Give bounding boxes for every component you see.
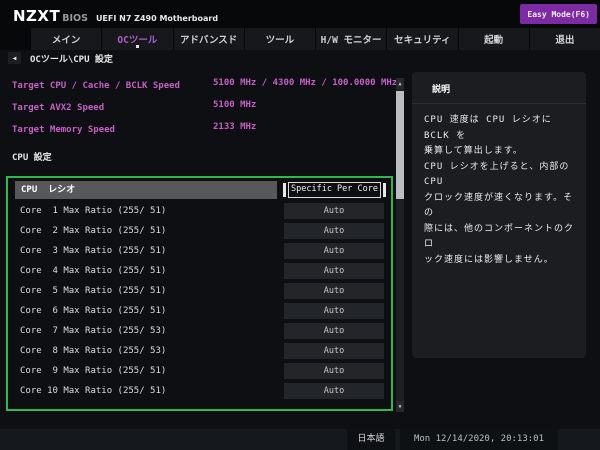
target-value: 5100 MHz / 4300 MHz / 100.0000 MHz [213, 78, 398, 88]
target-label: Target AVX2 Speed [12, 103, 105, 113]
core-value-select[interactable]: Auto [284, 343, 384, 359]
breadcrumb: ◀ OCツール\CPU 設定 [8, 51, 113, 65]
table-row-core-2: Core 2 Max Ratio (255/ 51) Auto [8, 221, 391, 241]
tab-main[interactable]: メイン [30, 28, 102, 50]
table-row-core-8: Core 8 Max Ratio (255/ 53) Auto [8, 341, 391, 361]
table-row-core-5: Core 5 Max Ratio (255/ 51) Auto [8, 281, 391, 301]
core-label: Core 7 Max Ratio (255/ 53) [20, 326, 167, 336]
table-row-core-10: Core 10 Max Ratio (255/ 51) Auto [8, 381, 391, 401]
scrollbar-thumb[interactable] [396, 91, 404, 199]
breadcrumb-path: OCツール\CPU 設定 [30, 54, 113, 65]
table-row-core-9: Core 9 Max Ratio (255/ 51) Auto [8, 361, 391, 381]
core-value-select[interactable]: Auto [284, 363, 384, 379]
table-row-core-3: Core 3 Max Ratio (255/ 51) Auto [8, 241, 391, 261]
tab-tools[interactable]: ツール [243, 28, 315, 50]
cpu-ratio-mode-value[interactable]: Specific Per Core [288, 182, 381, 198]
core-value-select[interactable]: Auto [284, 283, 384, 299]
motherboard-name: UEFI N7 Z490 Motherboard [95, 14, 219, 23]
target-row-cpu-cache-bclk: Target CPU / Cache / BCLK Speed 5100 MHz… [12, 72, 398, 94]
tab-exit[interactable]: 退出 [528, 28, 600, 50]
scroll-up-icon: ▲ [398, 80, 402, 87]
datetime-display: Mon 12/14/2020, 20:13:01 [400, 429, 558, 450]
description-panel-title: 説明 [412, 72, 586, 104]
cpu-ratio-header-row: CPU レシオ Specific Per Core [15, 181, 386, 199]
table-row-core-6: Core 6 Max Ratio (255/ 51) Auto [8, 301, 391, 321]
tab-advanced[interactable]: アドバンスド [172, 28, 244, 50]
vertical-scrollbar[interactable]: ▲ ▼ [396, 78, 404, 412]
brand-name: NZXT [13, 7, 61, 25]
core-label: Core 2 Max Ratio (255/ 51) [20, 226, 167, 236]
target-label: Target Memory Speed [12, 125, 115, 135]
back-icon: ◀ [12, 54, 17, 62]
core-label: Core 6 Max Ratio (255/ 51) [20, 306, 167, 316]
core-value-select[interactable]: Auto [284, 203, 384, 219]
core-value-select[interactable]: Auto [284, 263, 384, 279]
core-label: Core 3 Max Ratio (255/ 51) [20, 246, 167, 256]
core-value-select[interactable]: Auto [284, 243, 384, 259]
easy-mode-button[interactable]: Easy Mode(F6) [520, 4, 597, 24]
core-value-select[interactable]: Auto [284, 223, 384, 239]
cpu-settings-section-title: CPU 設定 [12, 153, 52, 163]
select-left-handle [283, 183, 286, 197]
core-value-select[interactable]: Auto [284, 303, 384, 319]
table-row-core-4: Core 4 Max Ratio (255/ 51) Auto [8, 261, 391, 281]
language-selector[interactable]: 日本語 [347, 429, 395, 450]
core-label: Core 9 Max Ratio (255/ 51) [20, 366, 167, 376]
core-label: Core 5 Max Ratio (255/ 51) [20, 286, 167, 296]
active-tab-indicator-dot [135, 45, 139, 48]
target-speed-list: Target CPU / Cache / BCLK Speed 5100 MHz… [12, 72, 398, 138]
description-panel-body: CPU 速度は CPU レシオに BCLK を 乗算して算出します。 CPU レ… [424, 115, 575, 265]
core-value-select[interactable]: Auto [284, 383, 384, 399]
core-label: Core 4 Max Ratio (255/ 51) [20, 266, 167, 276]
cpu-ratio-mode-select[interactable]: Specific Per Core [283, 182, 386, 198]
scroll-down-button[interactable]: ▼ [396, 401, 404, 412]
target-label: Target CPU / Cache / BCLK Speed [12, 81, 180, 91]
table-row-core-1: Core 1 Max Ratio (255/ 51) Auto [8, 201, 391, 221]
tab-oc-tools[interactable]: OCツール [101, 28, 173, 50]
tab-oc-tools-label: OCツール [117, 35, 158, 46]
core-label: Core 8 Max Ratio (255/ 53) [20, 346, 167, 356]
scroll-down-icon: ▼ [398, 403, 402, 410]
brand-suffix: BIOS [62, 13, 88, 24]
tab-hw-monitor[interactable]: H/W モニター [315, 28, 387, 50]
target-value: 5100 MHz [213, 100, 257, 110]
target-value: 2133 MHz [213, 122, 257, 132]
core-value-select[interactable]: Auto [284, 323, 384, 339]
scroll-up-button[interactable]: ▲ [396, 78, 404, 89]
core-label: Core 10 Max Ratio (255/ 51) [20, 386, 167, 396]
logo: NZXT BIOS UEFI N7 Z490 Motherboard [13, 7, 218, 25]
target-row-avx2: Target AVX2 Speed 5100 MHz [12, 94, 396, 116]
cpu-ratio-header-label: CPU レシオ [15, 181, 277, 199]
table-row-core-7: Core 7 Max Ratio (255/ 53) Auto [8, 321, 391, 341]
core-label: Core 1 Max Ratio (255/ 51) [20, 206, 167, 216]
select-right-handle [383, 183, 386, 197]
tab-security[interactable]: セキュリティ [386, 28, 458, 50]
description-panel: 説明 CPU 速度は CPU レシオに BCLK を 乗算して算出します。 CP… [412, 72, 586, 358]
back-button[interactable]: ◀ [8, 52, 21, 64]
status-bar: 日本語 Mon 12/14/2020, 20:13:01 [0, 429, 600, 450]
target-row-memory: Target Memory Speed 2133 MHz [12, 116, 396, 138]
main-menu-tabbar: メイン OCツール アドバンスド ツール H/W モニター セキュリティ 起動 … [30, 28, 600, 50]
bios-screen: NZXT BIOS UEFI N7 Z490 Motherboard Easy … [0, 0, 600, 450]
cpu-ratio-table: CPU レシオ Specific Per Core Core 1 Max Rat… [6, 176, 393, 411]
tab-boot[interactable]: 起動 [457, 28, 529, 50]
